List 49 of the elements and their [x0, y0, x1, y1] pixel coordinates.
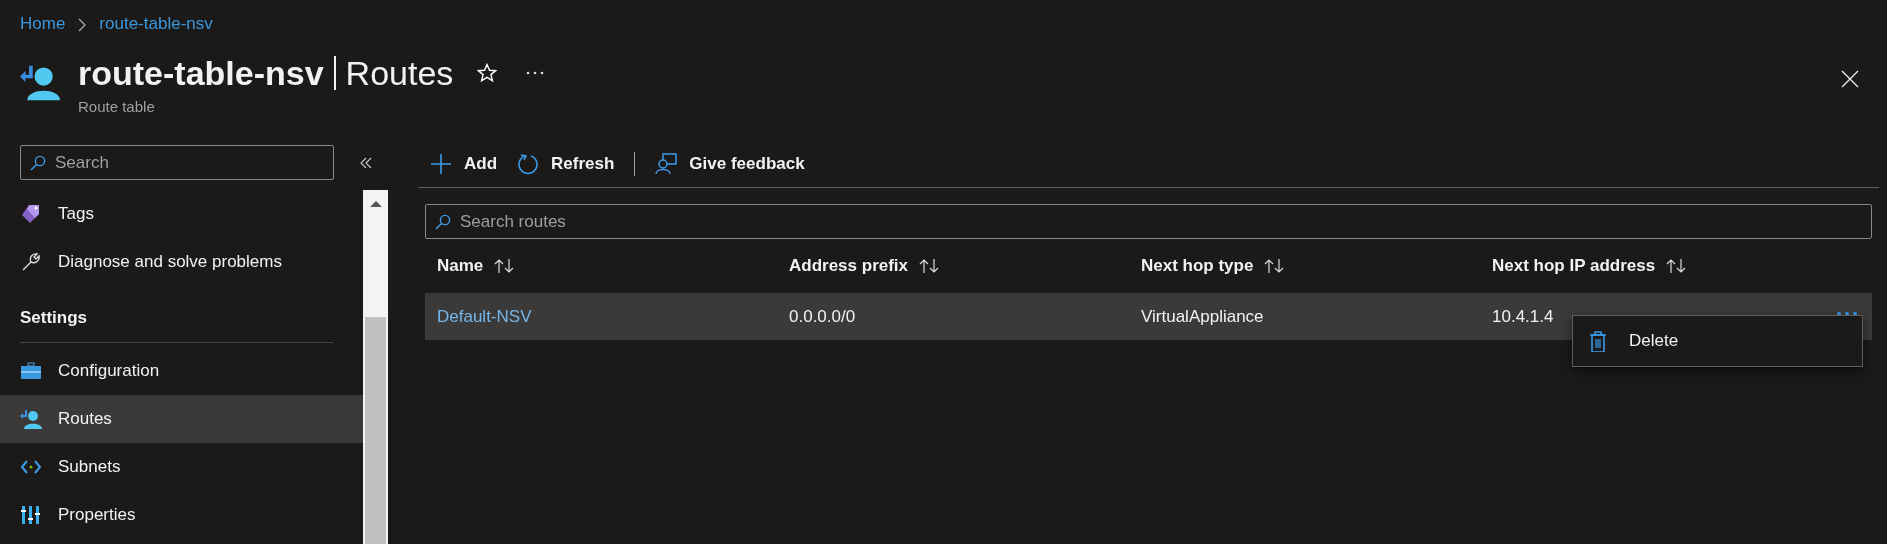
- sort-arrows-icon: [493, 258, 516, 274]
- toolbar-button[interactable]: Add: [430, 152, 498, 175]
- scrollbar[interactable]: [363, 190, 388, 544]
- close-icon: [1841, 70, 1859, 88]
- toolbar-button[interactable]: Refresh: [517, 152, 615, 175]
- search-icon: [435, 214, 451, 230]
- search-icon: [30, 155, 46, 171]
- scrollbar-thumb[interactable]: [365, 317, 386, 544]
- breadcrumb-link[interactable]: Home: [20, 14, 66, 34]
- page-section-title: Routes: [345, 53, 454, 93]
- plus-icon: [430, 152, 452, 175]
- column-header[interactable]: Address prefix: [777, 256, 1129, 276]
- chevron-right-icon: [77, 18, 88, 32]
- trash-icon: [1587, 330, 1609, 352]
- nav-item[interactable]: Diagnose and solve problems: [0, 238, 363, 286]
- nav-item[interactable]: Configuration: [0, 347, 363, 395]
- sort-arrows-icon: [1263, 258, 1286, 274]
- table-cell: VirtualAppliance: [1141, 306, 1264, 326]
- column-header[interactable]: Name: [425, 256, 777, 276]
- wrench-icon: [20, 251, 42, 273]
- table-cell: 10.4.1.4: [1492, 306, 1554, 326]
- title-divider: [333, 56, 336, 90]
- scroll-up-arrow-icon: [369, 199, 382, 207]
- tag-icon: [20, 203, 42, 225]
- search-field[interactable]: Search: [20, 145, 334, 180]
- toolbox-icon: [20, 360, 42, 382]
- sort-arrows-icon: [918, 258, 941, 274]
- section-heading: Settings: [19, 307, 89, 329]
- sliders-icon: [20, 504, 42, 526]
- more-icon: [525, 70, 546, 76]
- route-table-icon: [20, 408, 42, 430]
- refresh-icon: [517, 152, 540, 175]
- double-chevron-left-icon: [360, 156, 372, 169]
- route-name-link[interactable]: Default-NSV: [437, 306, 532, 326]
- sort-arrows-icon: [1665, 258, 1688, 274]
- star-icon: [477, 63, 498, 83]
- nav-item[interactable]: Properties: [0, 491, 363, 539]
- table-cell: 0.0.0.0/0: [789, 306, 856, 326]
- toolbar-button[interactable]: Give feedback: [655, 152, 805, 175]
- nav-item[interactable]: Subnets: [0, 443, 363, 491]
- nav-item[interactable]: Tags: [0, 190, 363, 238]
- nav-item[interactable]: Routes: [0, 395, 363, 443]
- page-title: route-table-nsv: [78, 53, 324, 93]
- page-subtitle: Route table: [78, 98, 156, 115]
- search-field[interactable]: Search routes: [425, 204, 1872, 239]
- feedback-icon: [655, 152, 678, 175]
- breadcrumb-link[interactable]: route-table-nsv: [99, 14, 213, 34]
- column-header[interactable]: Next hop IP address: [1480, 256, 1872, 276]
- column-header[interactable]: Next hop type: [1129, 256, 1480, 276]
